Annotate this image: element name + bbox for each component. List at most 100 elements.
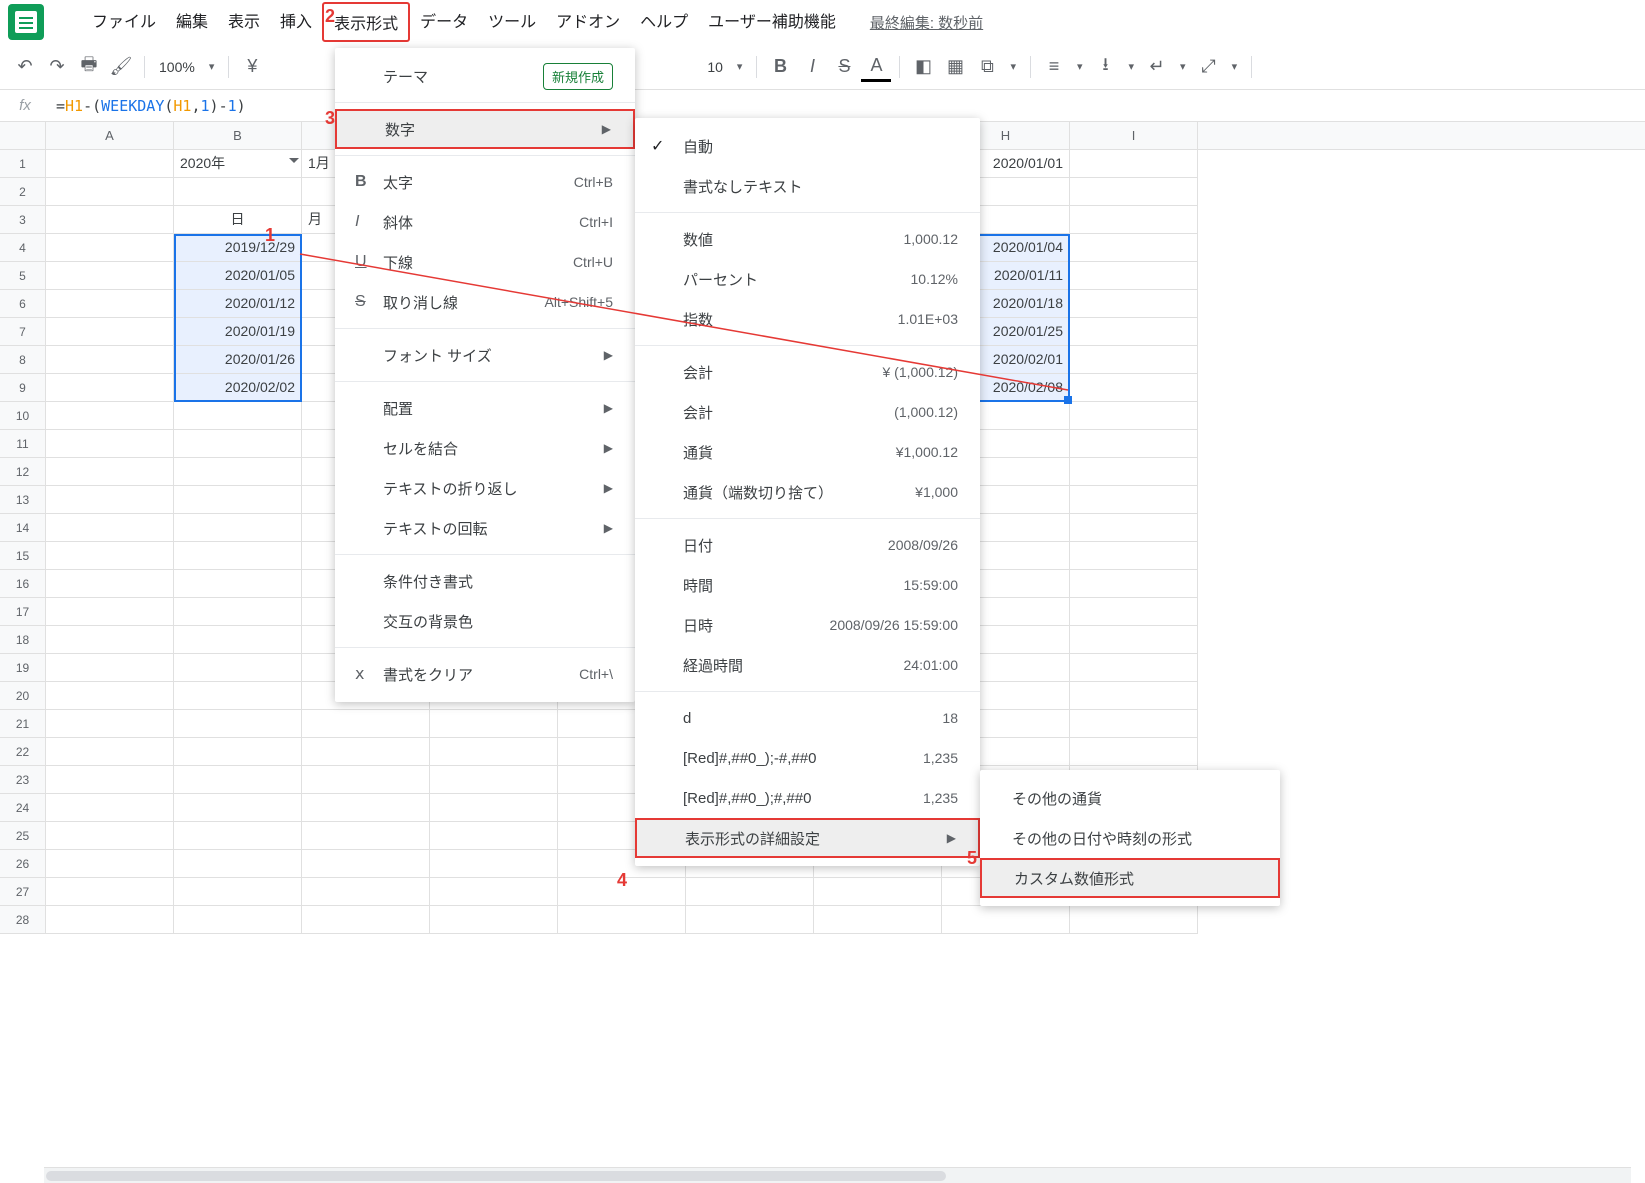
- cell-I1[interactable]: [1070, 150, 1198, 178]
- menu-アドオン[interactable]: アドオン: [546, 2, 630, 42]
- cell-B9[interactable]: 2020/02/02: [174, 374, 302, 402]
- menu-font-size[interactable]: フォント サイズ▶: [335, 335, 635, 375]
- col-header-A[interactable]: A: [46, 122, 174, 149]
- row-header-4[interactable]: 4: [0, 234, 46, 262]
- cell-A23[interactable]: [46, 766, 174, 794]
- cell-A25[interactable]: [46, 822, 174, 850]
- cell-B8[interactable]: 2020/01/26: [174, 346, 302, 374]
- number-datetime[interactable]: 日時2008/09/26 15:59:00: [635, 605, 980, 645]
- row-header-20[interactable]: 20: [0, 682, 46, 710]
- redo-button[interactable]: ↷: [42, 52, 72, 82]
- menu-ファイル[interactable]: ファイル: [82, 2, 166, 42]
- cell-I7[interactable]: [1070, 318, 1198, 346]
- dropdown-icon[interactable]: [289, 158, 299, 168]
- cell-B17[interactable]: [174, 598, 302, 626]
- cell-A24[interactable]: [46, 794, 174, 822]
- cell-B26[interactable]: [174, 850, 302, 878]
- fill-color-button[interactable]: ◧: [908, 52, 938, 82]
- menu-編集[interactable]: 編集: [166, 2, 218, 42]
- custom-number-format[interactable]: カスタム数値形式: [980, 858, 1280, 898]
- cell-I22[interactable]: [1070, 738, 1198, 766]
- row-header-18[interactable]: 18: [0, 626, 46, 654]
- row-header-22[interactable]: 22: [0, 738, 46, 766]
- cell-A21[interactable]: [46, 710, 174, 738]
- cell-A12[interactable]: [46, 458, 174, 486]
- number-auto[interactable]: ✓自動: [635, 126, 980, 166]
- cell-I16[interactable]: [1070, 570, 1198, 598]
- cell-I5[interactable]: [1070, 262, 1198, 290]
- other-currency[interactable]: その他の通貨: [980, 778, 1280, 818]
- menu-データ[interactable]: データ: [410, 2, 478, 42]
- cell-I13[interactable]: [1070, 486, 1198, 514]
- cell-A17[interactable]: [46, 598, 174, 626]
- cell-G27[interactable]: [814, 878, 942, 906]
- cell-A14[interactable]: [46, 514, 174, 542]
- cell-H28[interactable]: [942, 906, 1070, 934]
- cell-I28[interactable]: [1070, 906, 1198, 934]
- cell-I14[interactable]: [1070, 514, 1198, 542]
- cell-B1[interactable]: 2020年: [174, 150, 302, 178]
- cell-A19[interactable]: [46, 654, 174, 682]
- row-header-15[interactable]: 15: [0, 542, 46, 570]
- cell-A13[interactable]: [46, 486, 174, 514]
- zoom-select[interactable]: 100%: [153, 59, 201, 75]
- cell-C28[interactable]: [302, 906, 430, 934]
- row-header-2[interactable]: 2: [0, 178, 46, 206]
- last-edit-link[interactable]: 最終編集: 数秒前: [870, 12, 983, 33]
- cell-I4[interactable]: [1070, 234, 1198, 262]
- menu-align[interactable]: 配置▶: [335, 388, 635, 428]
- row-header-11[interactable]: 11: [0, 430, 46, 458]
- row-header-14[interactable]: 14: [0, 514, 46, 542]
- cell-A2[interactable]: [46, 178, 174, 206]
- menu-表示形式[interactable]: 表示形式: [322, 2, 410, 42]
- menu-ユーザー補助機能[interactable]: ユーザー補助機能: [698, 2, 846, 42]
- cell-B16[interactable]: [174, 570, 302, 598]
- number-custom-d[interactable]: d18: [635, 698, 980, 738]
- cell-A4[interactable]: [46, 234, 174, 262]
- cell-A8[interactable]: [46, 346, 174, 374]
- cell-A10[interactable]: [46, 402, 174, 430]
- row-header-27[interactable]: 27: [0, 878, 46, 906]
- cell-B24[interactable]: [174, 794, 302, 822]
- cell-C26[interactable]: [302, 850, 430, 878]
- cell-B10[interactable]: [174, 402, 302, 430]
- menu-conditional[interactable]: 条件付き書式: [335, 561, 635, 601]
- cell-A26[interactable]: [46, 850, 174, 878]
- number-time[interactable]: 時間15:59:00: [635, 565, 980, 605]
- cell-B18[interactable]: [174, 626, 302, 654]
- cell-B6[interactable]: 2020/01/12: [174, 290, 302, 318]
- number-currency-round[interactable]: 通貨（端数切り捨て）¥1,000: [635, 472, 980, 512]
- v-align-button[interactable]: ⭳: [1091, 52, 1121, 82]
- cell-D23[interactable]: [430, 766, 558, 794]
- cell-B14[interactable]: [174, 514, 302, 542]
- cell-I20[interactable]: [1070, 682, 1198, 710]
- cell-A18[interactable]: [46, 626, 174, 654]
- row-header-23[interactable]: 23: [0, 766, 46, 794]
- formula-input[interactable]: =H1-(WEEKDAY(H1,1)-1): [50, 97, 246, 115]
- cell-C23[interactable]: [302, 766, 430, 794]
- cell-B23[interactable]: [174, 766, 302, 794]
- row-header-10[interactable]: 10: [0, 402, 46, 430]
- row-header-9[interactable]: 9: [0, 374, 46, 402]
- cell-D26[interactable]: [430, 850, 558, 878]
- sheets-app-icon[interactable]: [8, 4, 44, 40]
- cell-I10[interactable]: [1070, 402, 1198, 430]
- cell-I2[interactable]: [1070, 178, 1198, 206]
- number-duration[interactable]: 経過時間24:01:00: [635, 645, 980, 685]
- cell-D21[interactable]: [430, 710, 558, 738]
- selection-handle[interactable]: [1064, 396, 1072, 404]
- cell-A7[interactable]: [46, 318, 174, 346]
- cell-D22[interactable]: [430, 738, 558, 766]
- row-header-3[interactable]: 3: [0, 206, 46, 234]
- cell-I6[interactable]: [1070, 290, 1198, 318]
- paint-format-button[interactable]: 🖌: [106, 52, 136, 82]
- bold-button[interactable]: B: [765, 52, 795, 82]
- merge-button[interactable]: ⧉: [972, 52, 1002, 82]
- menu-theme[interactable]: テーマ新規作成: [335, 56, 635, 96]
- col-header-B[interactable]: B: [174, 122, 302, 149]
- cell-A5[interactable]: [46, 262, 174, 290]
- cell-B28[interactable]: [174, 906, 302, 934]
- row-header-6[interactable]: 6: [0, 290, 46, 318]
- cell-A16[interactable]: [46, 570, 174, 598]
- number-plain[interactable]: 書式なしテキスト: [635, 166, 980, 206]
